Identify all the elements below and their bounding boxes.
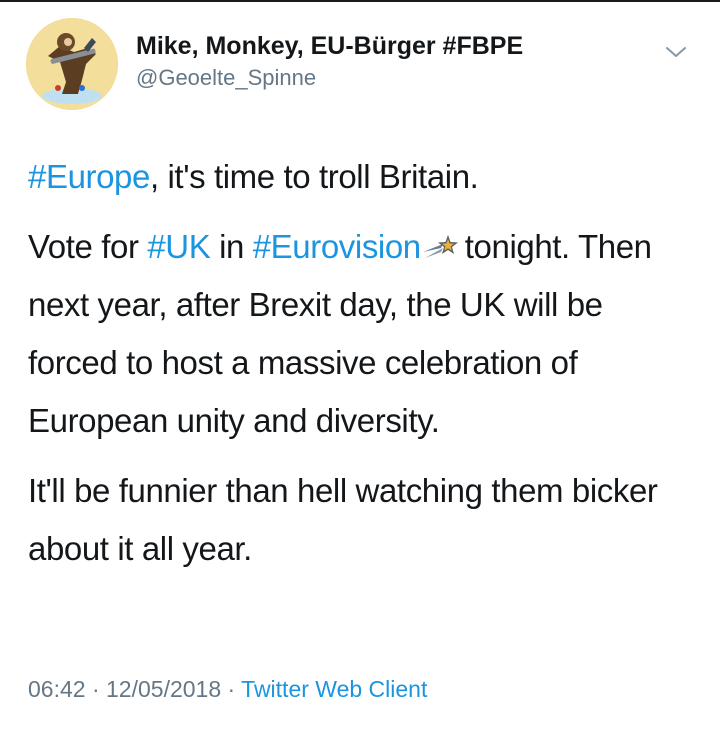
tweet-date[interactable]: 12/05/2018 [106, 676, 221, 702]
tweet-meta: 06:42 · 12/05/2018 · Twitter Web Client [28, 676, 427, 703]
user-names: Mike, Monkey, EU-Bürger #FBPE @Geoelte_S… [136, 32, 523, 91]
hashtag-eurovision[interactable]: #Eurovision [253, 228, 421, 265]
tweet-text-span: in [210, 228, 253, 265]
tweet-text-span: , it's time to troll Britain. [149, 158, 479, 195]
tweet-time[interactable]: 06:42 [28, 676, 86, 702]
shooting-star-icon [421, 222, 461, 258]
meta-separator: · [85, 676, 107, 702]
avatar[interactable] [26, 18, 118, 110]
tweet-header: Mike, Monkey, EU-Bürger #FBPE @Geoelte_S… [24, 16, 696, 112]
chevron-down-icon[interactable] [662, 38, 690, 66]
tweet-paragraph-3: It'll be funnier than hell watching them… [28, 472, 658, 567]
hashtag-europe[interactable]: #Europe [28, 158, 150, 195]
tweet-text-span: tonight. [464, 228, 570, 265]
tweet-text: #Europe, it's time to troll Britain. Vot… [28, 148, 688, 590]
tweet-source[interactable]: Twitter Web Client [241, 676, 427, 702]
display-name[interactable]: Mike, Monkey, EU-Bürger #FBPE [136, 32, 523, 61]
tweet-paragraph-1: #Europe, it's time to troll Britain. [28, 148, 688, 206]
hashtag-uk[interactable]: #UK [147, 228, 210, 265]
tweet-text-span: Vote for [28, 228, 148, 265]
tweet-paragraph-2: Vote for #UK in #Eurovision tonight. Then… [28, 218, 688, 450]
top-border [0, 0, 720, 2]
user-handle[interactable]: @Geoelte_Spinne [136, 65, 523, 91]
meta-separator: · [221, 676, 242, 702]
avatar-monkey-icon [26, 18, 118, 110]
